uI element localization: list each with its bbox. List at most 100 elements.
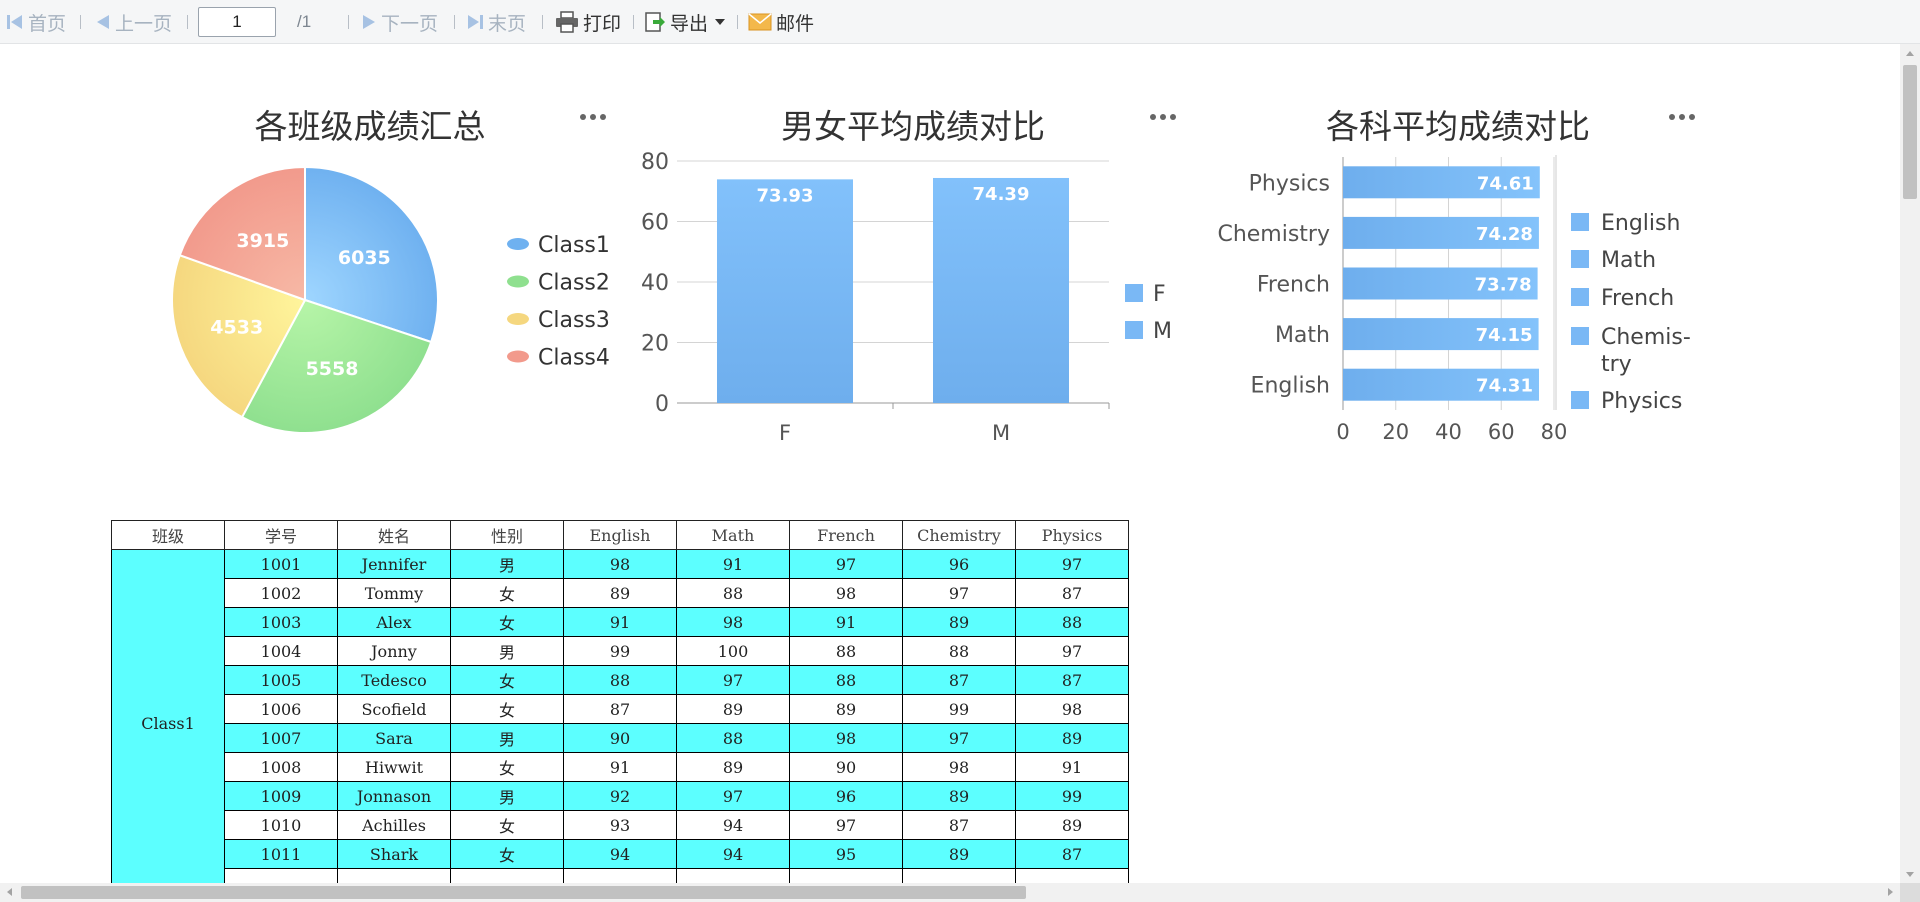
- y-category-label: English: [1251, 374, 1330, 399]
- prev-page-label: 上一页: [115, 12, 173, 35]
- last-page-button[interactable]: 末页: [466, 0, 526, 44]
- table-cell: Shark: [337, 839, 451, 869]
- bar-m: [933, 177, 1069, 403]
- table-cell: 91: [789, 607, 903, 637]
- first-page-icon: [7, 15, 22, 29]
- print-label: 打印: [583, 12, 622, 35]
- table-cell: Sara: [337, 723, 451, 753]
- chevron-down-icon: [715, 19, 726, 25]
- page-number-input[interactable]: 1: [198, 7, 276, 37]
- legend-label-class3: Class3: [538, 308, 610, 333]
- horizontal-scroll-thumb[interactable]: [21, 886, 1026, 899]
- table-cell: 1001: [224, 549, 338, 579]
- table-cell: Scofield: [337, 694, 451, 724]
- column-header: 性别: [450, 520, 564, 550]
- table-cell: Tedesco: [337, 665, 451, 695]
- legend-label-class2: Class2: [538, 271, 610, 296]
- table-cell: Hiwwit: [337, 752, 451, 782]
- vertical-scroll-thumb[interactable]: [1903, 65, 1917, 199]
- table-cell: 男: [450, 781, 564, 811]
- table-cell: Alex: [337, 607, 451, 637]
- table-cell: 88: [676, 578, 790, 608]
- vertical-scrollbar[interactable]: [1900, 44, 1920, 883]
- next-page-button[interactable]: 下一页: [361, 0, 438, 44]
- table-cell: 男: [450, 549, 564, 579]
- mail-icon: [748, 13, 772, 31]
- table-cell: Jonny: [337, 636, 451, 666]
- table-cell: 1004: [224, 636, 338, 666]
- pie-chart-title: 各班级成绩汇总: [254, 107, 486, 146]
- table-cell: 89: [1015, 723, 1129, 753]
- subject-chart-more-icon[interactable]: [1669, 114, 1695, 120]
- y-tick-label: 20: [641, 332, 669, 357]
- table-cell: 女: [450, 665, 564, 695]
- scroll-up-icon[interactable]: [1906, 51, 1914, 56]
- scroll-right-icon[interactable]: [1888, 888, 1893, 896]
- table-cell: 88: [789, 665, 903, 695]
- column-header: Math: [676, 520, 790, 550]
- table-cell: 89: [902, 607, 1016, 637]
- prev-page-button[interactable]: 上一页: [95, 0, 172, 44]
- legend-label: Math: [1601, 248, 1656, 273]
- horizontal-scrollbar[interactable]: [0, 883, 1900, 902]
- print-button[interactable]: 打印: [555, 0, 621, 44]
- scroll-left-icon[interactable]: [7, 888, 12, 896]
- table-cell: 97: [1015, 636, 1129, 666]
- toolbar-divider: [633, 15, 634, 29]
- table-cell: Achilles: [337, 810, 451, 840]
- pie-data-label: 6035: [338, 247, 391, 269]
- scroll-down-icon[interactable]: [1906, 872, 1914, 877]
- table-row: 1008 Hiwwit 女 91 89 90 98 91: [112, 752, 1129, 782]
- export-button[interactable]: 导出: [644, 0, 726, 44]
- table-cell: 98: [563, 549, 677, 579]
- mail-button[interactable]: 邮件: [748, 0, 814, 44]
- gender-chart-more-icon[interactable]: [1150, 114, 1176, 120]
- table-cell: 89: [789, 694, 903, 724]
- table-cell: Jonnason: [337, 781, 451, 811]
- bar-data-label: 74.28: [1476, 224, 1533, 245]
- first-page-button[interactable]: 首页: [6, 0, 66, 44]
- bar-data-label: 74.61: [1477, 173, 1534, 194]
- x-tick-label: 0: [1336, 420, 1349, 444]
- column-header: Physics: [1015, 520, 1129, 550]
- last-page-label: 末页: [488, 12, 527, 35]
- table-cell: 女: [450, 810, 564, 840]
- column-header: English: [563, 520, 677, 550]
- table-cell: 98: [676, 607, 790, 637]
- table-cell: 89: [1015, 810, 1129, 840]
- report-toolbar: 首页 上一页 1 /1 下一页 末页 打印 导出 邮件: [0, 0, 1920, 44]
- table-cell: 96: [902, 549, 1016, 579]
- pie-chart-more-icon[interactable]: [580, 114, 606, 120]
- table-cell: 99: [1015, 781, 1129, 811]
- column-header: Chemistry: [902, 520, 1016, 550]
- table-cell: Tommy: [337, 578, 451, 608]
- legend-label-f: F: [1153, 282, 1166, 307]
- table-cell: 87: [563, 694, 677, 724]
- table-cell: 91: [1015, 752, 1129, 782]
- y-category-label: Chemistry: [1217, 222, 1330, 247]
- table-cell: 89: [902, 839, 1016, 869]
- column-header: French: [789, 520, 903, 550]
- table-cell: 96: [789, 781, 903, 811]
- prev-page-icon: [97, 15, 109, 29]
- table-cell: 87: [1015, 665, 1129, 695]
- class-group-cell: Class1: [111, 549, 225, 898]
- table-cell: 女: [450, 578, 564, 608]
- table-cell: 1010: [224, 810, 338, 840]
- last-page-icon: [468, 15, 483, 29]
- legend-marker: [1571, 213, 1589, 231]
- bar-data-label: 74.39: [973, 184, 1030, 205]
- table-cell: 98: [789, 723, 903, 753]
- legend-marker-m: [1125, 321, 1143, 339]
- table-cell: 95: [789, 839, 903, 869]
- table-cell: 94: [676, 839, 790, 869]
- table-cell: 97: [902, 723, 1016, 753]
- table-cell: 97: [676, 781, 790, 811]
- table-cell: 1007: [224, 723, 338, 753]
- table-cell: 98: [1015, 694, 1129, 724]
- export-icon: [645, 12, 665, 32]
- legend-marker: [1571, 288, 1589, 306]
- table-cell: 91: [563, 607, 677, 637]
- page-total: /1: [297, 12, 312, 31]
- table-cell: 1008: [224, 752, 338, 782]
